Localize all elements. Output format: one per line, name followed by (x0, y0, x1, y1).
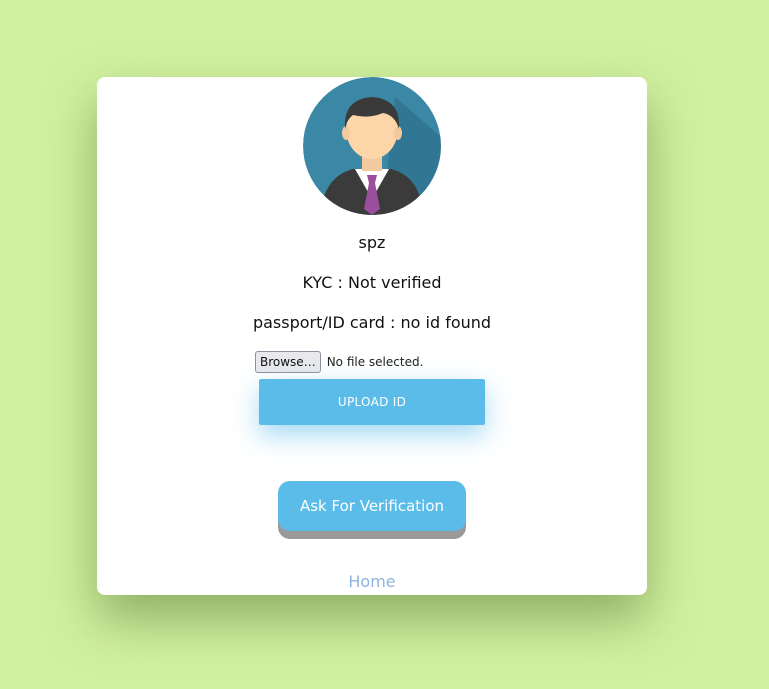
username-label: spz (358, 233, 386, 252)
browse-button[interactable]: Browse… (255, 351, 321, 373)
home-link[interactable]: Home (97, 572, 647, 591)
file-status-text: No file selected. (326, 355, 424, 369)
upload-id-button[interactable]: UPLOAD ID (259, 379, 485, 425)
ask-verification-button[interactable]: Ask For Verification (278, 481, 466, 531)
file-input[interactable]: Browse… No file selected. (255, 351, 423, 373)
profile-card: spz KYC : Not verified passport/ID card … (97, 77, 647, 595)
kyc-status-text: KYC : Not verified (302, 273, 442, 292)
id-status-text: passport/ID card : no id found (252, 313, 492, 332)
user-avatar-icon (303, 77, 441, 215)
